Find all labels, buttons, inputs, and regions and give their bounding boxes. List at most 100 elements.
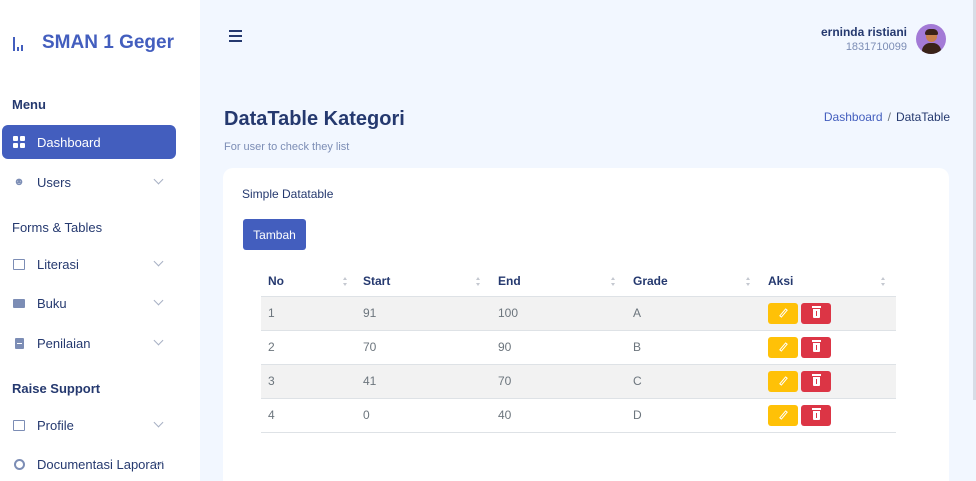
card-title: Simple Datatable <box>242 187 334 201</box>
edit-button[interactable] <box>768 302 798 324</box>
delete-button[interactable] <box>801 336 831 358</box>
sort-icon <box>881 277 886 287</box>
add-button[interactable]: Tambah <box>243 219 306 250</box>
pencil-icon <box>778 376 788 386</box>
cell-end: 70 <box>491 364 626 399</box>
trash-icon <box>811 339 821 352</box>
cell-grade: A <box>626 296 761 331</box>
cell-grade: C <box>626 364 761 399</box>
sidebar: SMAN 1 Geger Menu Dashboard ☻ Users Form… <box>0 0 200 481</box>
cell-start: 91 <box>356 296 491 331</box>
user-menu[interactable]: erninda ristiani 1831710099 <box>821 24 946 54</box>
sidebar-item-buku[interactable]: Buku <box>2 286 176 320</box>
cell-no: 3 <box>261 364 356 399</box>
user-name: erninda ristiani <box>820 25 907 39</box>
user-info: erninda ristiani 1831710099 <box>821 25 907 53</box>
cell-end: 40 <box>491 398 626 433</box>
chevron-down-icon <box>153 256 164 267</box>
cell-end: 100 <box>491 296 626 331</box>
sidebar-item-profile[interactable]: Profile <box>2 408 176 442</box>
sidebar-item-dashboard[interactable]: Dashboard <box>2 125 176 159</box>
pencil-icon <box>778 308 788 318</box>
sort-icon <box>476 277 481 287</box>
delete-button[interactable] <box>801 404 831 426</box>
sort-icon <box>611 277 616 287</box>
table-row: 3 41 70 C <box>261 364 896 399</box>
cell-no: 4 <box>261 398 356 433</box>
cell-actions <box>761 364 896 399</box>
image-icon <box>13 258 25 270</box>
column-header-no[interactable]: No <box>261 267 356 297</box>
cell-start: 41 <box>356 364 491 399</box>
edit-button[interactable] <box>768 404 798 426</box>
cell-no: 2 <box>261 330 356 365</box>
column-header-start[interactable]: Start <box>356 267 491 297</box>
datatable-card: Simple Datatable Tambah No Start End Gra… <box>223 168 949 481</box>
table-row: 4 0 40 D <box>261 398 896 433</box>
sidebar-item-penilaian[interactable]: Penilaian <box>2 326 176 360</box>
breadcrumb-separator: / <box>887 110 891 124</box>
cell-grade: B <box>626 330 761 365</box>
sort-icon <box>343 277 348 287</box>
page-subtitle: For user to check they list <box>224 141 350 153</box>
grid-icon <box>13 136 25 148</box>
edit-button[interactable] <box>768 370 798 392</box>
pencil-icon <box>778 342 788 352</box>
users-icon: ☻ <box>13 176 25 188</box>
breadcrumb-current: DataTable <box>895 110 950 124</box>
sidebar-item-label: Buku <box>37 295 67 311</box>
sidebar-item-users[interactable]: ☻ Users <box>2 165 176 199</box>
chevron-down-icon <box>153 335 164 346</box>
brand-logo-icon <box>13 35 27 51</box>
column-header-aksi[interactable]: Aksi <box>761 267 896 297</box>
table-row: 2 70 90 B <box>261 330 896 365</box>
delete-button[interactable] <box>801 302 831 324</box>
brand[interactable]: SMAN 1 Geger <box>13 32 174 54</box>
breadcrumb-home-link[interactable]: Dashboard <box>824 110 883 124</box>
chevron-down-icon <box>153 295 164 306</box>
avatar[interactable] <box>916 24 946 54</box>
trash-icon <box>811 373 821 386</box>
sidebar-item-label: Profile <box>37 417 74 433</box>
user-id: 1831710099 <box>845 41 907 53</box>
sidebar-item-label: Documentasi Laporan <box>37 456 165 472</box>
edit-button[interactable] <box>768 336 798 358</box>
cell-actions <box>761 296 896 331</box>
sidebar-item-documentasi[interactable]: Documentasi Laporan <box>2 447 176 481</box>
cell-actions <box>761 398 896 433</box>
column-header-grade[interactable]: Grade <box>626 267 761 297</box>
table-header-row: No Start End Grade Aksi <box>261 267 896 297</box>
breadcrumb: Dashboard / DataTable <box>824 110 950 124</box>
page-title: DataTable Kategori <box>224 108 405 130</box>
sidebar-item-label: Dashboard <box>37 134 101 150</box>
trash-icon <box>811 305 821 318</box>
sidebar-item-label: Literasi <box>37 256 79 272</box>
section-title-menu: Menu <box>12 97 46 112</box>
sidebar-item-literasi[interactable]: Literasi <box>2 247 176 281</box>
cell-grade: D <box>626 398 761 433</box>
sidebar-item-label: Penilaian <box>37 335 91 351</box>
section-title-raise-support: Raise Support <box>12 381 101 396</box>
document-icon <box>13 337 25 349</box>
column-header-end[interactable]: End <box>491 267 626 297</box>
brand-name: SMAN 1 Geger <box>42 32 174 53</box>
delete-button[interactable] <box>801 370 831 392</box>
cell-start: 70 <box>356 330 491 365</box>
table-row: 1 91 100 A <box>261 296 896 331</box>
cell-end: 90 <box>491 330 626 365</box>
profile-icon <box>13 419 25 431</box>
gear-icon <box>13 458 25 470</box>
trash-icon <box>811 407 821 420</box>
data-table: No Start End Grade Aksi 1 91 100 A 2 70 <box>261 267 896 433</box>
sidebar-item-label: Users <box>37 174 71 190</box>
sort-icon <box>746 277 751 287</box>
pencil-icon <box>778 410 788 420</box>
menu-toggle-icon[interactable] <box>229 30 242 45</box>
chevron-down-icon <box>153 174 164 185</box>
cell-actions <box>761 330 896 365</box>
cell-no: 1 <box>261 296 356 331</box>
cell-start: 0 <box>356 398 491 433</box>
section-title-forms: Forms & Tables <box>12 220 103 235</box>
book-icon <box>13 297 25 309</box>
chevron-down-icon <box>153 417 164 428</box>
